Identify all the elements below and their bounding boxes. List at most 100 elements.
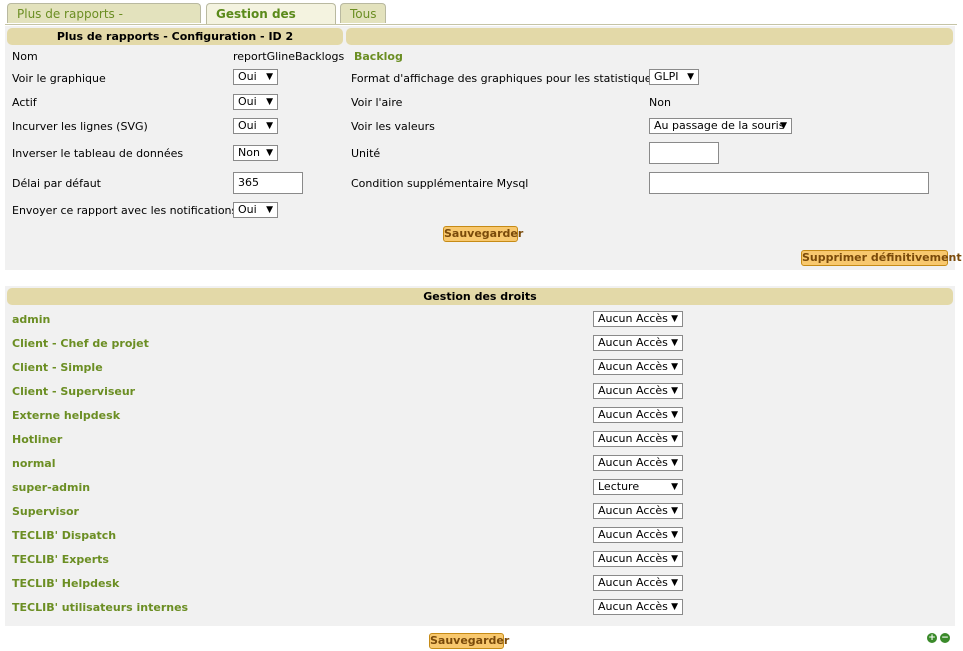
profile-name[interactable]: TECLIB' Dispatch bbox=[12, 529, 116, 542]
profile-name[interactable]: Supervisor bbox=[12, 505, 79, 518]
profile-access-value: Aucun Accès bbox=[598, 408, 668, 421]
tab-tous[interactable]: Tous bbox=[340, 3, 386, 23]
profile-access-select[interactable]: Aucun Accès ▼ bbox=[593, 503, 683, 519]
report-title-link[interactable]: Backlog bbox=[354, 50, 403, 63]
profile-access-value: Aucun Accès bbox=[598, 552, 668, 565]
inverser-value: Non bbox=[238, 146, 260, 159]
chevron-down-icon: ▼ bbox=[266, 97, 273, 107]
profile-name[interactable]: TECLIB' Helpdesk bbox=[12, 577, 119, 590]
profile-access-select[interactable]: Aucun Accès ▼ bbox=[593, 551, 683, 567]
profile-name[interactable]: Hotliner bbox=[12, 433, 62, 446]
profile-access-select[interactable]: Aucun Accès ▼ bbox=[593, 575, 683, 591]
config-header-right bbox=[346, 28, 953, 45]
tab-bar: Plus de rapports - Configuration Gestion… bbox=[7, 3, 957, 41]
save-rights-button[interactable]: Sauvegarder bbox=[429, 633, 509, 649]
chevron-down-icon: ▼ bbox=[671, 506, 678, 516]
delai-input[interactable]: 365 bbox=[233, 172, 303, 194]
voir-valeurs-label: Voir les valeurs bbox=[351, 120, 435, 133]
chevron-down-icon: ▼ bbox=[266, 121, 273, 131]
profile-access-select[interactable]: Aucun Accès ▼ bbox=[593, 383, 683, 399]
unite-label: Unité bbox=[351, 147, 381, 160]
chevron-down-icon: ▼ bbox=[780, 121, 787, 131]
chevron-down-icon: ▼ bbox=[671, 482, 678, 492]
profile-access-select[interactable]: Aucun Accès ▼ bbox=[593, 359, 683, 375]
profile-name[interactable]: super-admin bbox=[12, 481, 90, 494]
profile-name[interactable]: TECLIB' Experts bbox=[12, 553, 109, 566]
minus-icon[interactable]: − bbox=[940, 633, 950, 643]
profile-access-value: Aucun Accès bbox=[598, 600, 668, 613]
chevron-down-icon: ▼ bbox=[671, 386, 678, 396]
profile-access-value: Aucun Accès bbox=[598, 432, 668, 445]
incurver-value: Oui bbox=[238, 119, 257, 132]
tab-gestion-des-droits[interactable]: Gestion des droits bbox=[206, 3, 336, 41]
profile-access-value: Aucun Accès bbox=[598, 312, 668, 325]
chevron-down-icon: ▼ bbox=[671, 554, 678, 564]
chevron-down-icon: ▼ bbox=[671, 362, 678, 372]
chevron-down-icon: ▼ bbox=[687, 72, 694, 82]
envoyer-label: Envoyer ce rapport avec les notification… bbox=[12, 204, 238, 217]
chevron-down-icon: ▼ bbox=[671, 458, 678, 468]
profile-name[interactable]: Client - Simple bbox=[12, 361, 103, 374]
chevron-down-icon: ▼ bbox=[671, 314, 678, 324]
profile-access-value: Aucun Accès bbox=[598, 576, 668, 589]
delai-label: Délai par défaut bbox=[12, 177, 101, 190]
profile-name[interactable]: Externe helpdesk bbox=[12, 409, 120, 422]
profile-access-select[interactable]: Aucun Accès ▼ bbox=[593, 455, 683, 471]
format-value: GLPI bbox=[654, 70, 679, 83]
inverser-label: Inverser le tableau de données bbox=[12, 147, 184, 160]
config-header: Plus de rapports - Configuration - ID 2 bbox=[7, 28, 343, 45]
actif-select[interactable]: Oui ▼ bbox=[233, 94, 278, 110]
format-select[interactable]: GLPI ▼ bbox=[649, 69, 699, 85]
inverser-select[interactable]: Non ▼ bbox=[233, 145, 278, 161]
voir-valeurs-select[interactable]: Au passage de la souris ▼ bbox=[649, 118, 792, 134]
profile-access-value: Lecture bbox=[598, 480, 640, 493]
tab-divider bbox=[5, 24, 957, 25]
unite-input[interactable] bbox=[649, 142, 719, 164]
chevron-down-icon: ▼ bbox=[671, 578, 678, 588]
profile-name[interactable]: Client - Superviseur bbox=[12, 385, 135, 398]
voir-aire-value: Non bbox=[649, 96, 671, 109]
chevron-down-icon: ▼ bbox=[266, 205, 273, 215]
profile-access-value: Aucun Accès bbox=[598, 504, 668, 517]
save-config-button[interactable]: Sauvegarder bbox=[443, 226, 523, 242]
incurver-select[interactable]: Oui ▼ bbox=[233, 118, 278, 134]
profile-access-select[interactable]: Aucun Accès ▼ bbox=[593, 599, 683, 615]
chevron-down-icon: ▼ bbox=[266, 72, 273, 82]
chevron-down-icon: ▼ bbox=[671, 338, 678, 348]
delete-permanently-button[interactable]: Supprimer définitivement bbox=[801, 250, 962, 266]
profile-name[interactable]: normal bbox=[12, 457, 55, 470]
condition-input[interactable] bbox=[649, 172, 929, 194]
chevron-down-icon: ▼ bbox=[671, 434, 678, 444]
profile-name[interactable]: TECLIB' utilisateurs internes bbox=[12, 601, 188, 614]
chevron-down-icon: ▼ bbox=[671, 602, 678, 612]
voir-valeurs-value: Au passage de la souris bbox=[654, 119, 785, 132]
profile-access-value: Aucun Accès bbox=[598, 360, 668, 373]
profile-access-value: Aucun Accès bbox=[598, 528, 668, 541]
profile-access-select[interactable]: Aucun Accès ▼ bbox=[593, 527, 683, 543]
format-label: Format d'affichage des graphiques pour l… bbox=[351, 72, 658, 85]
voir-graphique-label: Voir le graphique bbox=[12, 72, 106, 85]
profile-access-select[interactable]: Lecture ▼ bbox=[593, 479, 683, 495]
profile-access-value: Aucun Accès bbox=[598, 456, 668, 469]
envoyer-select[interactable]: Oui ▼ bbox=[233, 202, 278, 218]
profile-access-select[interactable]: Aucun Accès ▼ bbox=[593, 431, 683, 447]
profile-access-value: Aucun Accès bbox=[598, 384, 668, 397]
chevron-down-icon: ▼ bbox=[266, 148, 273, 158]
incurver-label: Incurver les lignes (SVG) bbox=[12, 120, 148, 133]
plus-icon[interactable]: + bbox=[927, 633, 937, 643]
profile-access-value: Aucun Accès bbox=[598, 336, 668, 349]
profile-name[interactable]: Client - Chef de projet bbox=[12, 337, 149, 350]
nom-value: reportGlineBacklogs bbox=[233, 50, 345, 63]
profile-access-select[interactable]: Aucun Accès ▼ bbox=[593, 311, 683, 327]
profile-access-select[interactable]: Aucun Accès ▼ bbox=[593, 335, 683, 351]
voir-graphique-select[interactable]: Oui ▼ bbox=[233, 69, 278, 85]
profile-access-select[interactable]: Aucun Accès ▼ bbox=[593, 407, 683, 423]
nom-label: Nom bbox=[12, 50, 38, 63]
condition-label: Condition supplémentaire Mysql bbox=[351, 177, 529, 190]
actif-value: Oui bbox=[238, 95, 257, 108]
profile-name[interactable]: admin bbox=[12, 313, 50, 326]
envoyer-value: Oui bbox=[238, 203, 257, 216]
actif-label: Actif bbox=[12, 96, 37, 109]
rights-header: Gestion des droits bbox=[7, 288, 953, 305]
tab-configuration[interactable]: Plus de rapports - Configuration bbox=[7, 3, 201, 41]
